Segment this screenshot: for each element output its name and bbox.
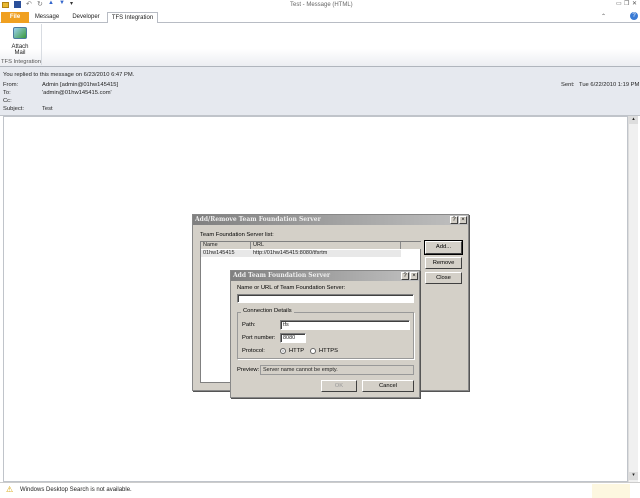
http-label[interactable]: HTTP bbox=[289, 348, 304, 354]
customize-toolbar-icon[interactable]: ▾ bbox=[70, 0, 73, 7]
column-header-filler bbox=[401, 242, 421, 249]
message-header: You replied to this message on 6/23/2010… bbox=[0, 67, 640, 116]
ribbon: Attach Mail TFS Integration bbox=[0, 23, 640, 67]
tab-message[interactable]: Message bbox=[30, 12, 64, 23]
dialog-title: Add Team Foundation Server bbox=[231, 271, 419, 281]
help-button[interactable]: ? bbox=[450, 216, 458, 224]
row-url: http://01hw145415:8080/tfsrtm bbox=[253, 250, 328, 256]
ribbon-group-label: TFS Integration bbox=[1, 59, 41, 65]
path-label: Path: bbox=[242, 322, 256, 328]
dialog-title: Add/Remove Team Foundation Server bbox=[193, 215, 468, 225]
title-bar: ↶ ↻ ▲ ▼ ▾ Test - Message (HTML) ▭ ❐ ✕ bbox=[0, 0, 640, 11]
attach-mail-label-2: Mail bbox=[14, 50, 26, 56]
cc-label: Cc: bbox=[3, 98, 12, 104]
http-radio[interactable] bbox=[280, 348, 286, 354]
close-dialog-button[interactable]: × bbox=[459, 216, 467, 224]
protocol-label: Protocol: bbox=[242, 348, 265, 354]
preview-value: Server name cannot be empty. bbox=[260, 365, 414, 375]
warning-icon: ⚠ bbox=[6, 485, 14, 494]
reply-info: You replied to this message on 6/23/2010… bbox=[3, 72, 135, 78]
ribbon-tabs: File Message Developer TFS Integration ⌃… bbox=[0, 11, 640, 24]
outlook-icon bbox=[2, 2, 9, 8]
close-button[interactable]: Close bbox=[425, 272, 462, 284]
close-button[interactable]: ✕ bbox=[632, 0, 637, 7]
help-icon[interactable]: ? bbox=[630, 12, 638, 20]
tab-file[interactable]: File bbox=[1, 12, 29, 23]
attach-mail-icon bbox=[13, 27, 27, 39]
server-list-label: Team Foundation Server list: bbox=[200, 232, 274, 238]
column-header-url[interactable]: URL bbox=[251, 242, 401, 249]
server-name-label: Name or URL of Team Foundation Server: bbox=[237, 285, 346, 291]
port-input[interactable]: 8080 bbox=[280, 333, 306, 343]
status-area bbox=[592, 484, 630, 498]
minimize-button[interactable]: ▭ bbox=[616, 0, 622, 7]
attach-mail-button[interactable]: Attach Mail bbox=[4, 25, 36, 58]
add-button[interactable]: Add... bbox=[424, 240, 463, 255]
group-divider bbox=[41, 24, 42, 65]
ok-button[interactable]: OK bbox=[321, 380, 357, 392]
sent-label: Sent: bbox=[561, 82, 575, 88]
restore-button[interactable]: ❐ bbox=[624, 0, 629, 7]
undo-icon[interactable]: ↶ bbox=[26, 0, 32, 8]
table-row[interactable]: 01hw145415 http://01hw145415:8080/tfsrtm bbox=[201, 250, 401, 257]
preview-label: Preview: bbox=[237, 367, 260, 373]
from-label: From: bbox=[3, 82, 19, 88]
close-dialog-button[interactable]: × bbox=[410, 272, 418, 280]
redo-icon[interactable]: ↻ bbox=[37, 0, 43, 8]
row-name: 01hw145415 bbox=[203, 250, 235, 256]
scroll-up-icon[interactable]: ▴ bbox=[629, 116, 638, 124]
vertical-scrollbar[interactable]: ▴ ▾ bbox=[628, 116, 638, 482]
scroll-down-icon[interactable]: ▾ bbox=[629, 472, 638, 480]
remove-button[interactable]: Remove bbox=[425, 257, 462, 269]
collapse-ribbon-icon[interactable]: ⌃ bbox=[601, 13, 606, 20]
server-name-input[interactable] bbox=[237, 294, 414, 303]
sent-value: Tue 6/22/2010 1:19 PM bbox=[579, 82, 640, 88]
to-label: To: bbox=[3, 90, 11, 96]
down-arrow-icon[interactable]: ▼ bbox=[59, 0, 65, 6]
tab-developer[interactable]: Developer bbox=[68, 12, 104, 23]
status-text: Windows Desktop Search is not available. bbox=[20, 487, 132, 493]
to-value[interactable]: 'admin@01hw145415.com' bbox=[42, 89, 112, 97]
column-header-name[interactable]: Name bbox=[201, 242, 251, 249]
port-label: Port number: bbox=[242, 335, 276, 341]
save-icon[interactable] bbox=[14, 1, 21, 8]
window-title: Test - Message (HTML) bbox=[290, 2, 353, 8]
https-radio[interactable] bbox=[310, 348, 316, 354]
subject-label: Subject: bbox=[3, 106, 24, 112]
up-arrow-icon[interactable]: ▲ bbox=[48, 0, 54, 6]
add-tfs-dialog: Add Team Foundation Server ? × Name or U… bbox=[230, 270, 420, 398]
status-bar: ⚠ Windows Desktop Search is not availabl… bbox=[0, 482, 640, 498]
help-button[interactable]: ? bbox=[401, 272, 409, 280]
from-value[interactable]: Admin [admin@01hw145415] bbox=[42, 81, 118, 89]
https-label[interactable]: HTTPS bbox=[319, 348, 338, 354]
subject-value: Test bbox=[42, 106, 53, 112]
path-input[interactable]: tfs bbox=[280, 320, 410, 330]
connection-details-label: Connection Details bbox=[241, 308, 294, 314]
cancel-button[interactable]: Cancel bbox=[362, 380, 414, 392]
